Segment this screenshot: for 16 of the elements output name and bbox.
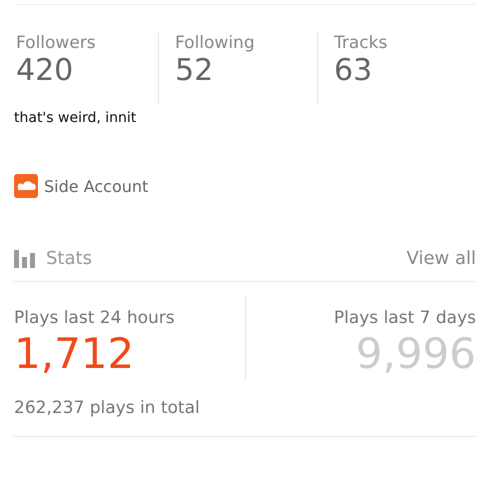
- stat-value: 52: [175, 53, 214, 89]
- stat-label: Followers: [16, 33, 97, 53]
- stats-heading: Stats: [46, 248, 92, 269]
- stat-value: 420: [16, 53, 74, 89]
- cloud-icon: [14, 174, 38, 198]
- plays-label: Plays last 7 days: [334, 308, 476, 328]
- stat-value: 63: [334, 53, 374, 89]
- total-plays: 262,237 plays in total: [14, 398, 476, 437]
- stat-label: Tracks: [334, 33, 388, 53]
- plays-count: 1,712: [14, 328, 136, 380]
- account-link[interactable]: Side Account: [14, 174, 476, 198]
- profile-bio: that's weird, innit: [14, 110, 138, 126]
- stat-label: Following: [175, 33, 256, 53]
- view-all-link[interactable]: View all: [406, 248, 476, 269]
- bar-chart-icon: [14, 250, 36, 268]
- plays-label: Plays last 24 hours: [14, 308, 176, 328]
